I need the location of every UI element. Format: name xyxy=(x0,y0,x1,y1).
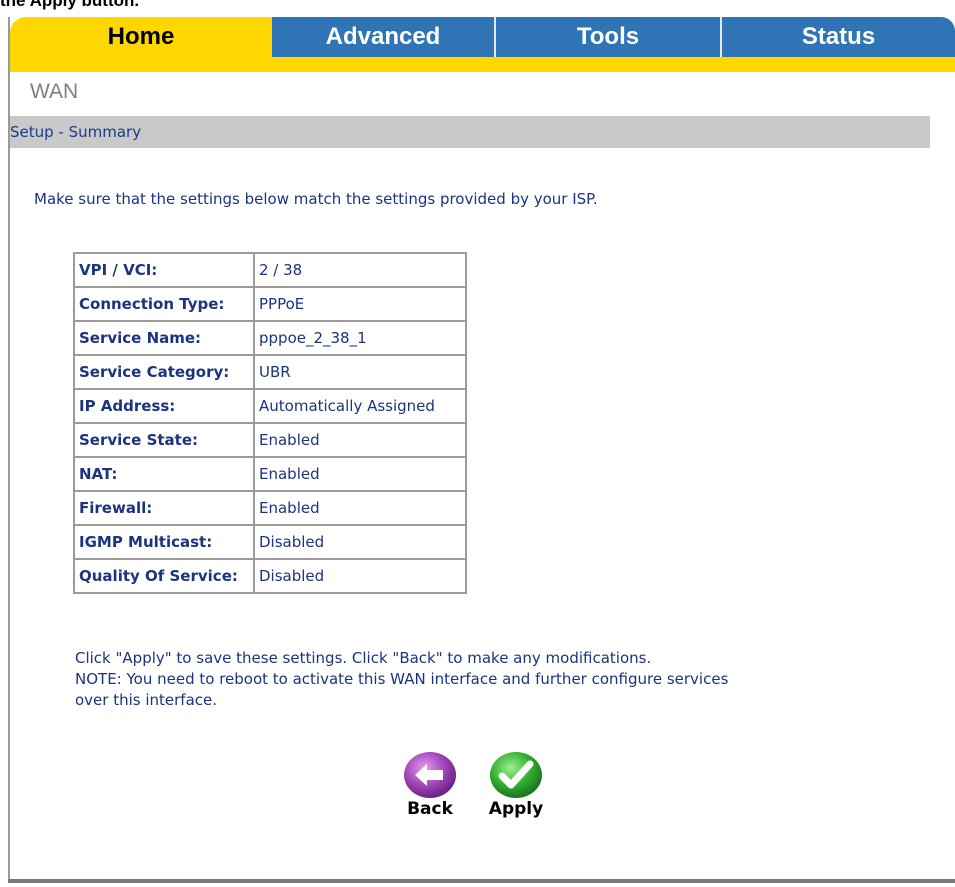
row-value: Enabled xyxy=(253,422,467,458)
intro-text: Make sure that the settings below match … xyxy=(34,190,598,208)
table-row: Service Category: UBR xyxy=(73,354,467,390)
table-row: Connection Type: PPPoE xyxy=(73,286,467,322)
tab-status[interactable]: Status xyxy=(722,17,955,57)
back-button[interactable]: Back xyxy=(400,751,460,819)
apply-button[interactable]: Apply xyxy=(484,751,548,819)
apply-button-label: Apply xyxy=(488,799,544,819)
row-label: Firewall: xyxy=(73,490,255,526)
table-row: Quality Of Service: Disabled xyxy=(73,558,467,594)
bottom-border xyxy=(8,879,955,883)
row-value: 2 / 38 xyxy=(253,252,467,288)
notes: Click "Apply" to save these settings. Cl… xyxy=(75,648,875,711)
table-row: IP Address: Automatically Assigned xyxy=(73,388,467,424)
table-row: Service State: Enabled xyxy=(73,422,467,458)
row-value: Automatically Assigned xyxy=(253,388,467,424)
note-line: over this interface. xyxy=(75,691,218,709)
tab-status-label: Status xyxy=(801,23,876,50)
subheader-label: Setup - Summary xyxy=(10,123,142,141)
back-arrow-icon xyxy=(404,752,456,798)
row-value: PPPoE xyxy=(253,286,467,322)
row-label: IP Address: xyxy=(73,388,255,424)
section-title: WAN xyxy=(30,80,79,103)
checkmark-icon xyxy=(490,752,542,798)
document-caption: the Apply button. xyxy=(0,0,139,11)
row-label: VPI / VCI: xyxy=(73,252,255,288)
table-row: Service Name: pppoe_2_38_1 xyxy=(73,320,467,356)
note-line: Click "Apply" to save these settings. Cl… xyxy=(75,649,652,667)
row-label: Connection Type: xyxy=(73,286,255,322)
row-label: NAT: xyxy=(73,456,255,492)
row-label: Service Category: xyxy=(73,354,255,390)
row-value: UBR xyxy=(253,354,467,390)
row-value: Disabled xyxy=(253,524,467,560)
tab-tools-label: Tools xyxy=(576,23,640,50)
tab-advanced-label: Advanced xyxy=(325,23,441,50)
row-value: pppoe_2_38_1 xyxy=(253,320,467,356)
row-value: Disabled xyxy=(253,558,467,594)
table-row: VPI / VCI: 2 / 38 xyxy=(73,252,467,288)
subheader-bar: Setup - Summary xyxy=(10,116,930,148)
back-button-label: Back xyxy=(407,799,453,819)
active-tab-bar xyxy=(10,57,955,72)
table-row: NAT: Enabled xyxy=(73,456,467,492)
row-label: IGMP Multicast: xyxy=(73,524,255,560)
tab-advanced[interactable]: Advanced xyxy=(272,17,494,57)
row-label: Service State: xyxy=(73,422,255,458)
summary-table: VPI / VCI: 2 / 38 Connection Type: PPPoE S… xyxy=(73,252,467,594)
row-label: Quality Of Service: xyxy=(73,558,255,594)
table-row: IGMP Multicast: Disabled xyxy=(73,524,467,560)
row-value: Enabled xyxy=(253,490,467,526)
tab-home[interactable]: Home xyxy=(10,17,272,57)
page: the Apply button. Home Advanced Tools St… xyxy=(0,0,955,887)
tab-home-label: Home xyxy=(107,23,175,50)
row-label: Service Name: xyxy=(73,320,255,356)
table-row: Firewall: Enabled xyxy=(73,490,467,526)
tab-tools[interactable]: Tools xyxy=(496,17,720,57)
caption-text: the Apply button. xyxy=(0,0,140,10)
main-tabs: Home Advanced Tools Status xyxy=(10,17,955,57)
note-line: NOTE: You need to reboot to activate thi… xyxy=(75,670,729,688)
summary-table-body: VPI / VCI: 2 / 38 Connection Type: PPPoE S… xyxy=(73,252,467,594)
row-value: Enabled xyxy=(253,456,467,492)
